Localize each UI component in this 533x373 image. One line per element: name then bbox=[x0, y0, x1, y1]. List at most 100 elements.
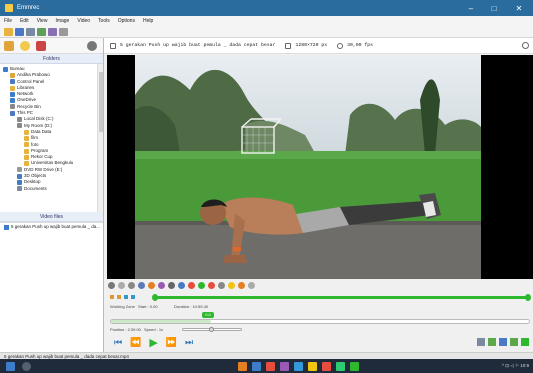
folders-title: Folders bbox=[0, 54, 103, 64]
list-item[interactable]: 5 gerakan Push up wajib buat pemula _ da… bbox=[0, 223, 103, 231]
previous-frame-icon[interactable]: ⏪ bbox=[130, 337, 141, 348]
drawing-toolbar bbox=[104, 280, 533, 291]
speed-slider[interactable] bbox=[182, 327, 242, 332]
library-icon bbox=[10, 85, 15, 91]
minimize-button[interactable]: – bbox=[460, 0, 482, 16]
tree-item-label: Documents bbox=[24, 185, 47, 191]
menu-file[interactable]: File bbox=[4, 18, 12, 24]
menu-image[interactable]: Image bbox=[55, 18, 69, 24]
video-file-icon bbox=[4, 224, 9, 230]
maximize-button[interactable]: □ bbox=[483, 0, 505, 16]
drive-icon bbox=[17, 117, 22, 123]
playback-controls: ⏮ ⏪ ▶ ⏩ ⏭ bbox=[114, 336, 193, 349]
first-frame-icon[interactable]: ⏮ bbox=[114, 337, 122, 348]
zone-reset-icon[interactable] bbox=[124, 295, 128, 299]
zone-lock-icon[interactable] bbox=[131, 295, 135, 299]
file-icon bbox=[110, 42, 116, 49]
film-icon[interactable] bbox=[48, 27, 57, 36]
settings-icon[interactable] bbox=[59, 27, 68, 36]
cross-icon[interactable] bbox=[188, 282, 195, 289]
next-frame-icon[interactable]: ⏩ bbox=[166, 337, 177, 348]
zone-end-handle[interactable] bbox=[525, 294, 531, 301]
menu-options[interactable]: Options bbox=[118, 18, 135, 24]
star-icon[interactable] bbox=[20, 40, 30, 51]
menu-help[interactable]: Help bbox=[143, 18, 153, 24]
line-icon[interactable] bbox=[168, 282, 175, 289]
circle-icon[interactable] bbox=[208, 282, 215, 289]
marker-out-icon[interactable] bbox=[117, 295, 121, 299]
start-label: Start : 0.00 bbox=[138, 304, 158, 309]
open-folder-icon[interactable] bbox=[4, 27, 13, 36]
grid-icon[interactable] bbox=[36, 40, 46, 51]
link-icon[interactable] bbox=[198, 282, 205, 289]
grid-icon[interactable] bbox=[37, 27, 46, 36]
file-name: 5 gerakan Push up wajib buat pemula _ da… bbox=[120, 43, 276, 48]
user-icon bbox=[10, 72, 15, 78]
export-icon[interactable] bbox=[488, 338, 496, 346]
save-icon[interactable] bbox=[15, 27, 24, 36]
camera-icon[interactable] bbox=[138, 282, 145, 289]
list-icon[interactable] bbox=[128, 282, 135, 289]
zoom-icon[interactable] bbox=[248, 282, 255, 289]
app-2[interactable] bbox=[252, 362, 261, 371]
app-3[interactable] bbox=[266, 362, 275, 371]
app-4[interactable] bbox=[280, 362, 289, 371]
clock-icon[interactable] bbox=[108, 282, 115, 289]
start-icon[interactable] bbox=[6, 362, 15, 371]
speed-label: Speed : 1x bbox=[144, 327, 164, 332]
menu-bar: File Edit View Image Video Tools Options… bbox=[0, 16, 533, 26]
app-5[interactable] bbox=[294, 362, 303, 371]
app-7[interactable] bbox=[322, 362, 331, 371]
tree-item[interactable]: Documents bbox=[0, 186, 103, 192]
tree-scrollbar[interactable] bbox=[97, 64, 103, 212]
menu-tools[interactable]: Tools bbox=[98, 18, 110, 24]
app-1[interactable] bbox=[238, 362, 247, 371]
layout-icon[interactable] bbox=[499, 338, 507, 346]
app-8[interactable] bbox=[336, 362, 345, 371]
full-view-icon[interactable] bbox=[521, 338, 529, 346]
brush-icon[interactable] bbox=[228, 282, 235, 289]
play-button[interactable]: ▶ bbox=[149, 336, 157, 349]
color-icon[interactable] bbox=[238, 282, 245, 289]
fps-icon bbox=[337, 42, 344, 49]
working-zone-bar[interactable] bbox=[154, 296, 529, 299]
pin-icon[interactable] bbox=[4, 40, 14, 51]
snapshot-icon[interactable] bbox=[477, 338, 485, 346]
speed-slider-knob[interactable] bbox=[209, 327, 214, 332]
zone-start-handle[interactable] bbox=[152, 294, 158, 301]
angle-icon[interactable] bbox=[158, 282, 165, 289]
cloud-icon bbox=[10, 98, 15, 104]
search-icon[interactable] bbox=[22, 362, 31, 371]
last-frame-icon[interactable]: ⏭ bbox=[185, 337, 193, 348]
app-icon bbox=[5, 4, 13, 12]
disc-icon bbox=[17, 167, 22, 173]
app-9[interactable] bbox=[350, 362, 359, 371]
target-icon[interactable] bbox=[218, 282, 225, 289]
arrow-icon[interactable] bbox=[178, 282, 185, 289]
folder-icon bbox=[24, 129, 29, 135]
video-files-title: Video files bbox=[0, 212, 103, 222]
app-6[interactable] bbox=[308, 362, 317, 371]
pencil-icon[interactable] bbox=[148, 282, 155, 289]
help-icon[interactable] bbox=[87, 40, 97, 51]
dual-view-icon[interactable] bbox=[510, 338, 518, 346]
close-file-icon[interactable] bbox=[522, 42, 529, 49]
menu-edit[interactable]: Edit bbox=[20, 18, 29, 24]
zone-controls bbox=[110, 295, 138, 299]
marker-in-icon[interactable] bbox=[110, 295, 114, 299]
position-track[interactable] bbox=[110, 319, 530, 324]
video-viewport[interactable] bbox=[107, 55, 533, 279]
folder-icon bbox=[24, 161, 29, 167]
view-mode-controls bbox=[474, 338, 529, 346]
cursor-icon[interactable] bbox=[118, 282, 125, 289]
toolbar bbox=[0, 26, 533, 38]
system-tray[interactable]: ^ ⊡ ◁ ⚐ 10:9 bbox=[502, 359, 529, 373]
scrollbar-thumb[interactable] bbox=[99, 72, 103, 132]
print-icon[interactable] bbox=[26, 27, 35, 36]
file-info-bar: 5 gerakan Push up wajib buat pemula _ da… bbox=[104, 38, 533, 54]
sidebar: Folders Bureau Andika Prabowo Control Pane… bbox=[0, 38, 104, 352]
menu-view[interactable]: View bbox=[37, 18, 48, 24]
close-button[interactable]: ✕ bbox=[508, 0, 530, 16]
menu-video[interactable]: Video bbox=[77, 18, 90, 24]
sidebar-tools bbox=[0, 38, 103, 54]
